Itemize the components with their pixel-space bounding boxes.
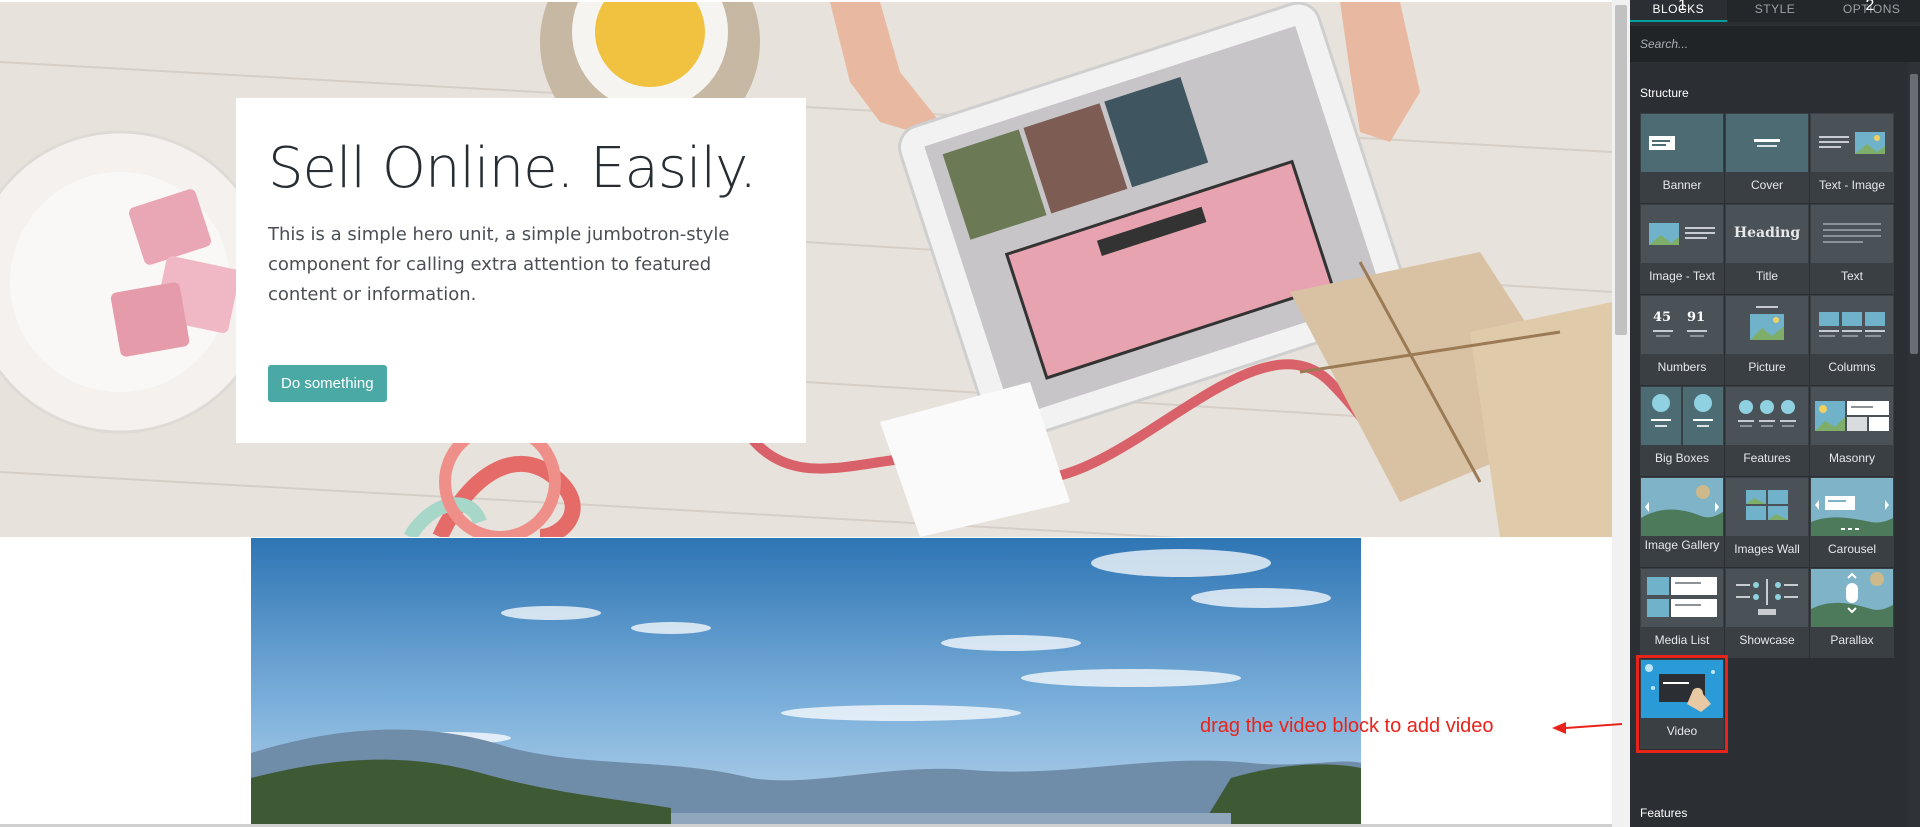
title-thumbnail-heading: Heading — [1733, 225, 1801, 241]
banner-thumbnail-icon — [1641, 114, 1723, 172]
snippet-showcase[interactable]: Showcase — [1725, 568, 1809, 658]
images-wall-thumbnail-icon — [1726, 478, 1808, 536]
masonry-thumbnail-icon — [1811, 387, 1893, 445]
snippet-label: Cover — [1750, 178, 1783, 192]
tab-style-label: STYLE — [1754, 2, 1796, 16]
snippet-numbers[interactable]: 45 91 Numbers — [1640, 295, 1724, 385]
snippet-image-text[interactable]: Image - Text — [1640, 204, 1724, 294]
annotation-text: drag the video block to add video — [1200, 715, 1494, 737]
picture-thumbnail-icon — [1726, 296, 1808, 354]
tab-options[interactable]: OPTIONS 2 — [1823, 0, 1920, 22]
snippet-video[interactable]: Video — [1636, 655, 1728, 753]
section-title-structure: Structure — [1640, 86, 1689, 100]
snippet-images-wall[interactable]: Images Wall — [1725, 477, 1809, 567]
canvas-scrollbar-thumb[interactable] — [1615, 5, 1627, 335]
panel-scrollbar[interactable] — [1908, 62, 1920, 827]
numbers-thumbnail-icon: 45 91 — [1641, 296, 1723, 354]
snippet-label: Columns — [1828, 360, 1876, 374]
carousel-thumbnail-icon — [1811, 478, 1893, 536]
image-text-thumbnail-icon — [1641, 205, 1723, 263]
big-boxes-thumbnail-icon — [1641, 387, 1723, 445]
website-canvas[interactable]: Sell Online. Easily. This is a simple he… — [0, 0, 1612, 827]
hero-title: Sell Online. Easily. — [268, 136, 757, 201]
landscape-image — [251, 538, 1361, 827]
hero-section[interactable]: Sell Online. Easily. This is a simple he… — [0, 2, 1612, 537]
tab-blocks[interactable]: BLOCKS 1 — [1630, 0, 1727, 22]
blocks-list: Structure Banner Cover Text - Image Imag… — [1630, 62, 1908, 827]
step-marker-1: 1 — [1678, 0, 1688, 14]
snippet-label: Banner — [1662, 178, 1702, 192]
snippet-label: Carousel — [1827, 542, 1877, 556]
snippet-banner[interactable]: Banner — [1640, 113, 1724, 203]
cover-thumbnail-icon — [1726, 114, 1808, 172]
features-thumbnail-icon — [1726, 387, 1808, 445]
step-marker-2: 2 — [1865, 0, 1875, 14]
snippet-title[interactable]: Heading Title — [1725, 204, 1809, 294]
parallax-thumbnail-icon — [1811, 569, 1893, 627]
title-thumbnail-icon: Heading — [1726, 205, 1808, 263]
snippet-label: Text - Image — [1818, 178, 1886, 192]
snippet-text-image[interactable]: Text - Image — [1810, 113, 1894, 203]
canvas-scrollbar[interactable] — [1612, 0, 1630, 827]
snippet-label: Title — [1755, 269, 1779, 283]
snippet-label: Features — [1743, 451, 1791, 465]
search-input[interactable] — [1640, 26, 1910, 62]
do-something-button[interactable]: Do something — [268, 365, 387, 402]
snippet-label: Picture — [1748, 360, 1786, 374]
panel-tabs: BLOCKS 1 STYLE OPTIONS 2 — [1630, 0, 1920, 22]
snippet-label: Image Gallery — [1644, 538, 1720, 552]
snippet-label: Big Boxes — [1654, 451, 1710, 465]
image-gallery-thumbnail-icon — [1641, 478, 1723, 536]
snippet-parallax[interactable]: Parallax — [1810, 568, 1894, 658]
snippet-label: Images Wall — [1734, 542, 1800, 556]
snippet-label: Image - Text — [1649, 269, 1715, 283]
snippet-image-gallery[interactable]: Image Gallery — [1640, 477, 1724, 567]
hero-card: Sell Online. Easily. This is a simple he… — [236, 98, 806, 443]
annotation-arrow-icon — [1552, 722, 1622, 734]
snippet-label: Masonry — [1828, 451, 1875, 465]
columns-thumbnail-icon — [1811, 296, 1893, 354]
snippet-carousel[interactable]: Carousel — [1810, 477, 1894, 567]
snippet-label: Text — [1840, 269, 1863, 283]
video-thumbnail-icon — [1641, 660, 1723, 718]
snippets-panel: BLOCKS 1 STYLE OPTIONS 2 Structure Banne… — [1630, 0, 1920, 827]
snippet-masonry[interactable]: Masonry — [1810, 386, 1894, 476]
text-image-thumbnail-icon — [1811, 114, 1893, 172]
snippet-columns[interactable]: Columns — [1810, 295, 1894, 385]
media-list-thumbnail-icon — [1641, 569, 1723, 627]
snippet-big-boxes[interactable]: Big Boxes — [1640, 386, 1724, 476]
snippet-label: Video — [1666, 724, 1698, 738]
snippet-label: Parallax — [1830, 633, 1874, 647]
snippet-label: Showcase — [1739, 633, 1795, 647]
search-box — [1630, 26, 1920, 62]
hero-description: This is a simple hero unit, a simple jum… — [268, 223, 730, 305]
snippet-media-list[interactable]: Media List — [1640, 568, 1724, 658]
snippet-cover[interactable]: Cover — [1725, 113, 1809, 203]
section-title-features: Features — [1640, 806, 1688, 820]
snippet-label: Media List — [1654, 633, 1710, 647]
snippet-features[interactable]: Features — [1725, 386, 1809, 476]
panel-scrollbar-thumb[interactable] — [1910, 74, 1918, 354]
showcase-thumbnail-icon — [1726, 569, 1808, 627]
tab-style[interactable]: STYLE — [1727, 0, 1824, 22]
snippet-label: Numbers — [1657, 360, 1707, 374]
snippet-picture[interactable]: Picture — [1725, 295, 1809, 385]
text-thumbnail-icon — [1811, 205, 1893, 263]
snippet-text[interactable]: Text — [1810, 204, 1894, 294]
